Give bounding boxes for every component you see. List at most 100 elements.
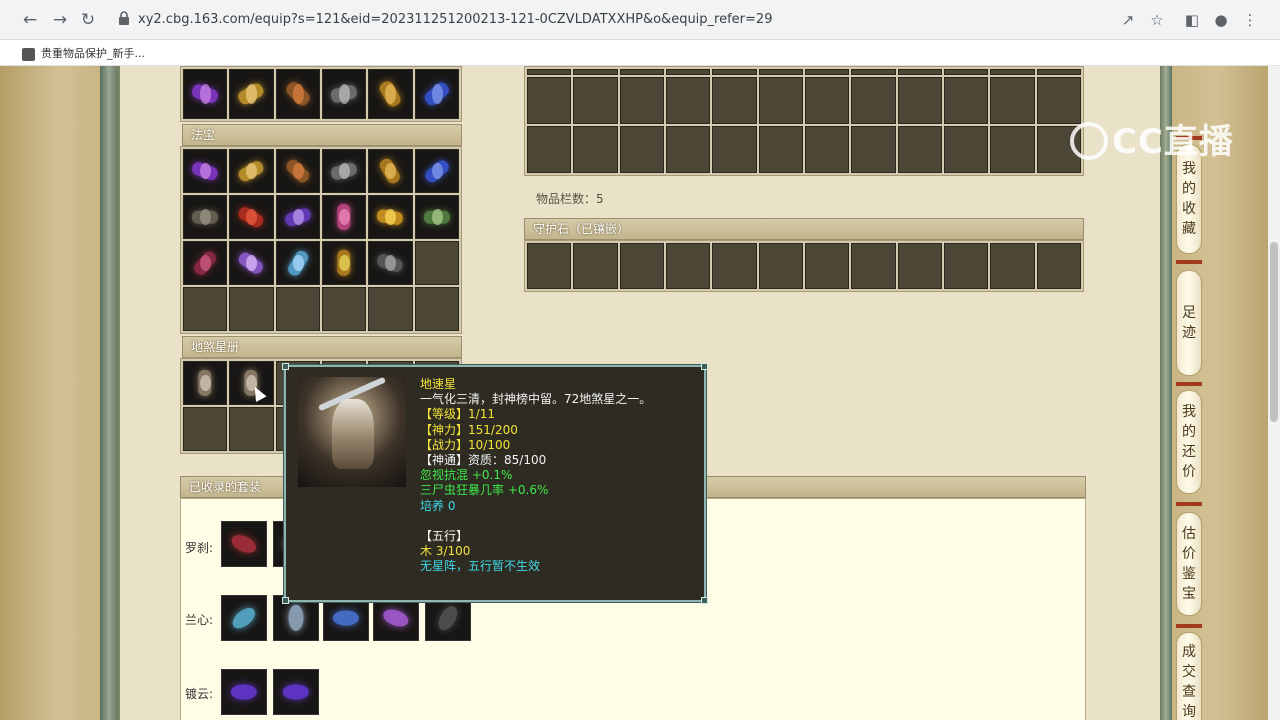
- empty-slot[interactable]: [527, 69, 572, 75]
- pipa-icon[interactable]: [275, 149, 320, 193]
- empty-slot[interactable]: [851, 126, 896, 173]
- jade-bracelet-icon[interactable]: [368, 69, 413, 119]
- empty-slot[interactable]: [897, 77, 942, 124]
- empty-slot[interactable]: [619, 69, 664, 75]
- boots-icon[interactable]: [229, 69, 274, 119]
- forward-arrow-icon[interactable]: →: [48, 8, 72, 32]
- ice-sword-icon[interactable]: [275, 241, 320, 285]
- black-whip-icon[interactable]: [321, 149, 367, 193]
- empty-slot[interactable]: [1036, 69, 1081, 75]
- green-gourd-icon[interactable]: [275, 69, 320, 119]
- empty-slot[interactable]: [665, 77, 711, 124]
- empty-slot[interactable]: [665, 69, 711, 75]
- empty-slot[interactable]: [368, 287, 413, 331]
- empty-slot[interactable]: [665, 126, 711, 173]
- empty-slot[interactable]: [527, 77, 572, 124]
- empty-slot[interactable]: [573, 126, 618, 173]
- fire-orb-icon[interactable]: [368, 195, 413, 239]
- empty-slot[interactable]: [712, 69, 757, 75]
- empty-slot[interactable]: [712, 126, 757, 173]
- empty-slot[interactable]: [943, 69, 989, 75]
- side-tab-deal-query[interactable]: 成交查询: [1176, 632, 1202, 720]
- bookmark-item[interactable]: 贵重物品保护_新手...: [22, 45, 145, 61]
- lanxin-suit-icon[interactable]: [221, 595, 267, 641]
- empty-slot[interactable]: [414, 241, 459, 285]
- side-tab-my-offers[interactable]: 我的还价: [1176, 390, 1202, 494]
- empty-slot[interactable]: [414, 287, 459, 331]
- empty-slot[interactable]: [527, 243, 572, 289]
- purple-claw-icon[interactable]: [183, 149, 228, 193]
- empty-slot[interactable]: [990, 243, 1035, 289]
- empty-slot[interactable]: [275, 287, 320, 331]
- star-card-1-icon[interactable]: [183, 361, 228, 405]
- empty-slot[interactable]: [943, 126, 989, 173]
- empty-slot[interactable]: [573, 243, 618, 289]
- empty-slot[interactable]: [712, 243, 757, 289]
- empty-slot[interactable]: [804, 126, 850, 173]
- empty-slot[interactable]: [183, 407, 228, 451]
- dark-whip-icon[interactable]: [368, 241, 413, 285]
- empty-slot[interactable]: [943, 243, 989, 289]
- duyun-suit-icon[interactable]: [273, 669, 319, 715]
- empty-slot[interactable]: [619, 77, 664, 124]
- empty-slot[interactable]: [804, 243, 850, 289]
- empty-slot[interactable]: [573, 69, 618, 75]
- share-icon[interactable]: ↗: [1116, 8, 1140, 32]
- side-tab-footprints[interactable]: 足迹: [1176, 270, 1202, 376]
- empty-slot[interactable]: [851, 69, 896, 75]
- profile-icon[interactable]: ●: [1209, 8, 1233, 32]
- empty-slot[interactable]: [527, 126, 572, 173]
- green-jade-icon[interactable]: [414, 195, 459, 239]
- empty-slot[interactable]: [665, 243, 711, 289]
- pink-lantern-icon[interactable]: [321, 195, 367, 239]
- purple-gem-icon[interactable]: [183, 69, 228, 119]
- empty-slot[interactable]: [229, 407, 274, 451]
- side-panel-icon[interactable]: ◧: [1180, 8, 1204, 32]
- empty-slot[interactable]: [804, 77, 850, 124]
- empty-slot[interactable]: [321, 287, 367, 331]
- empty-slot[interactable]: [712, 77, 757, 124]
- empty-slot[interactable]: [619, 126, 664, 173]
- duyun-suit-icon[interactable]: [221, 669, 267, 715]
- empty-slot[interactable]: [619, 243, 664, 289]
- empty-slot[interactable]: [758, 69, 803, 75]
- empty-slot[interactable]: [758, 77, 803, 124]
- menu-dots-icon[interactable]: ⋮: [1238, 8, 1262, 32]
- green-orb-icon[interactable]: [414, 69, 459, 119]
- empty-slot[interactable]: [897, 126, 942, 173]
- empty-slot[interactable]: [229, 287, 274, 331]
- empty-slot[interactable]: [897, 243, 942, 289]
- green-gourd-icon[interactable]: [321, 69, 367, 119]
- reload-icon[interactable]: ↻: [76, 8, 100, 32]
- blue-gauntlet-icon[interactable]: [414, 149, 459, 193]
- scrollbar-thumb[interactable]: [1270, 242, 1278, 422]
- gold-pagoda-icon[interactable]: [321, 241, 367, 285]
- purple-bell-icon[interactable]: [229, 241, 274, 285]
- empty-slot[interactable]: [573, 77, 618, 124]
- empty-slot[interactable]: [851, 77, 896, 124]
- empty-slot[interactable]: [990, 126, 1035, 173]
- empty-slot[interactable]: [897, 69, 942, 75]
- star-icon[interactable]: ☆: [1145, 8, 1169, 32]
- star-card-2-icon[interactable]: [229, 361, 274, 405]
- back-arrow-icon[interactable]: ←: [18, 8, 42, 32]
- empty-slot[interactable]: [1036, 243, 1081, 289]
- empty-slot[interactable]: [943, 77, 989, 124]
- red-fan-icon[interactable]: [183, 241, 228, 285]
- empty-slot[interactable]: [758, 126, 803, 173]
- crystal-fan-icon[interactable]: [275, 195, 320, 239]
- red-rope-icon[interactable]: [229, 195, 274, 239]
- gold-staff-icon[interactable]: [368, 149, 413, 193]
- page-scrollbar[interactable]: [1268, 66, 1280, 720]
- address-bar[interactable]: xy2.cbg.163.com/equip?s=121&eid=20231125…: [108, 6, 1148, 34]
- empty-slot[interactable]: [804, 69, 850, 75]
- empty-slot[interactable]: [758, 243, 803, 289]
- empty-slot[interactable]: [990, 77, 1035, 124]
- stone-tablet-icon[interactable]: [183, 195, 228, 239]
- empty-slot[interactable]: [183, 287, 228, 331]
- empty-slot[interactable]: [851, 243, 896, 289]
- luocha-suit-icon[interactable]: [221, 521, 267, 567]
- empty-slot[interactable]: [990, 69, 1035, 75]
- gold-hook-icon[interactable]: [229, 149, 274, 193]
- side-tab-appraisal[interactable]: 估价鉴宝: [1176, 512, 1202, 616]
